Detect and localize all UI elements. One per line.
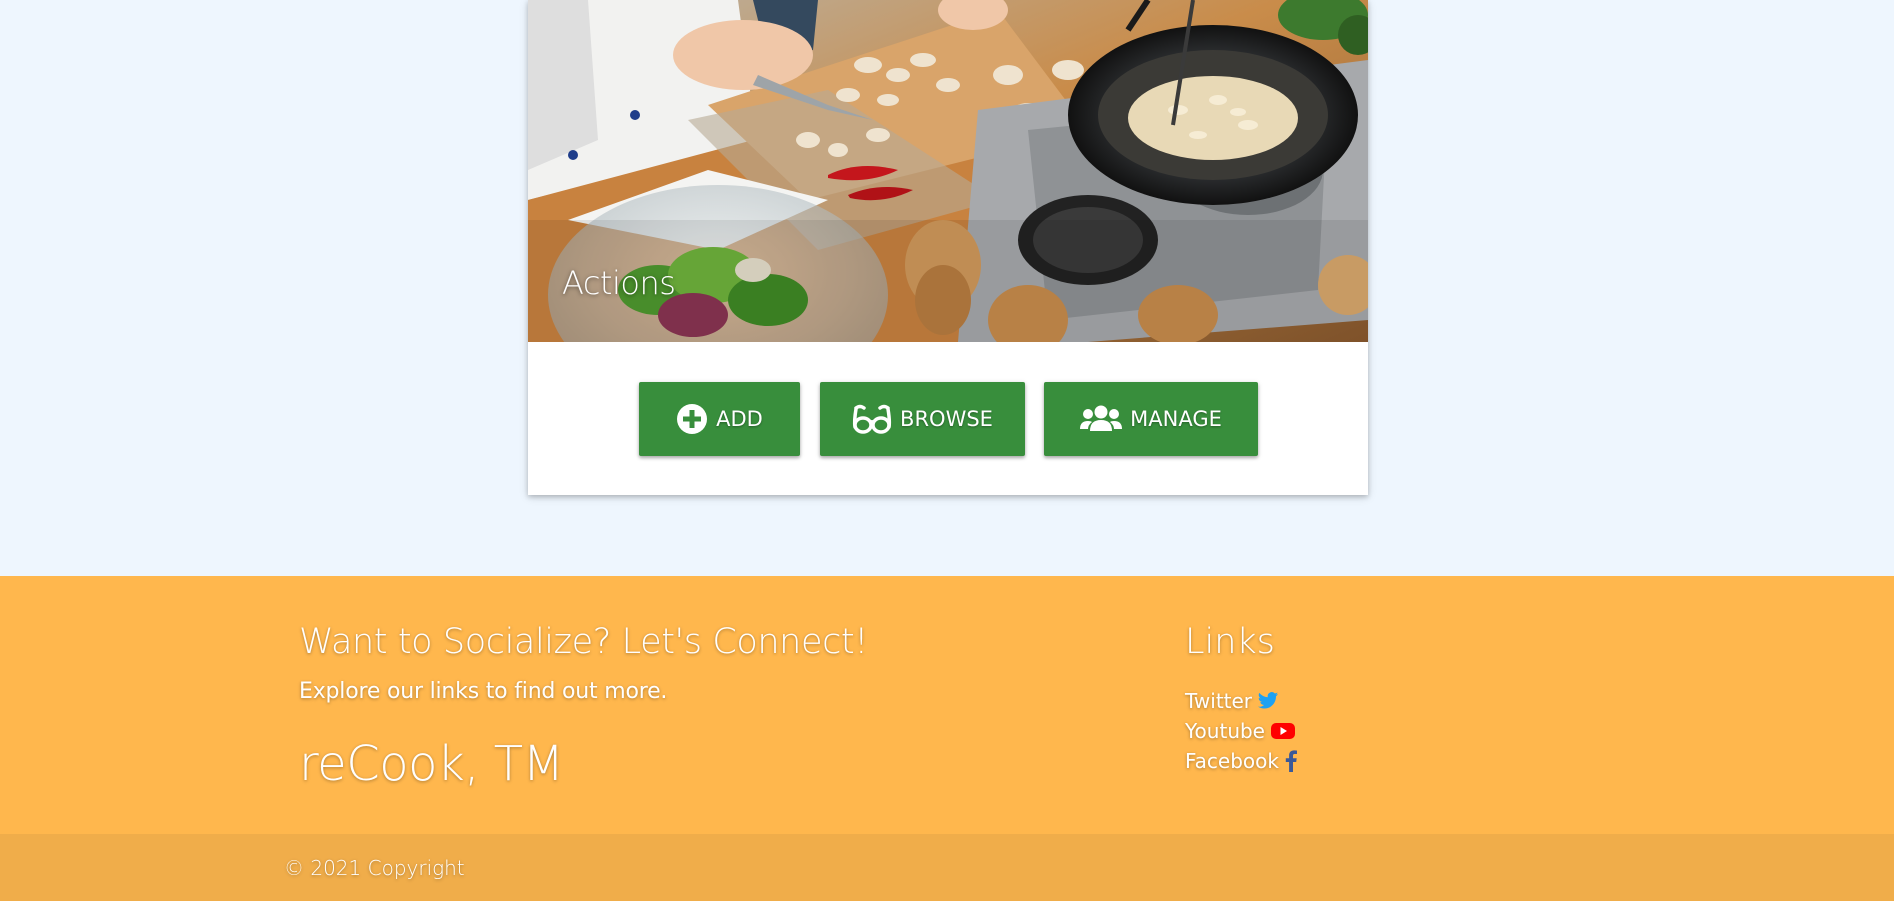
link-item-youtube: Youtube: [1185, 716, 1298, 746]
browse-button-label: Browse: [900, 407, 993, 431]
link-item-twitter: Twitter: [1185, 686, 1298, 716]
links-list: Twitter Youtube Facebook: [1185, 686, 1298, 776]
copyright-bar: © 2021 Copyright: [0, 834, 1894, 901]
facebook-link[interactable]: Facebook: [1185, 749, 1279, 773]
browse-button[interactable]: Browse: [820, 382, 1025, 456]
add-button[interactable]: Add: [639, 382, 800, 456]
footer: Want to Socialize? Let's Connect! Explor…: [0, 576, 1894, 834]
add-button-label: Add: [716, 407, 763, 431]
footer-heading: Want to Socialize? Let's Connect!: [299, 622, 868, 662]
manage-button[interactable]: Manage: [1044, 382, 1258, 456]
facebook-icon[interactable]: [1284, 750, 1298, 772]
plus-circle-icon: [676, 403, 708, 435]
glasses-icon: [852, 403, 892, 435]
card-actions: Add Browse: [528, 342, 1368, 495]
youtube-icon[interactable]: [1270, 721, 1296, 741]
footer-subtext: Explore our links to find out more.: [299, 679, 668, 704]
card-title: Actions: [562, 264, 676, 302]
users-icon: [1080, 403, 1123, 435]
page: Actions Add: [0, 0, 1894, 901]
link-item-facebook: Facebook: [1185, 746, 1298, 776]
youtube-link[interactable]: Youtube: [1185, 719, 1265, 743]
links-heading: Links: [1185, 622, 1275, 662]
manage-button-label: Manage: [1130, 407, 1222, 431]
twitter-icon[interactable]: [1257, 691, 1279, 711]
footer-brand: reCook, TM: [299, 736, 564, 792]
twitter-link[interactable]: Twitter: [1185, 689, 1252, 713]
kitchen-photo: Actions: [528, 0, 1368, 342]
copyright-text: © 2021 Copyright: [284, 856, 465, 880]
actions-card: Actions Add: [528, 0, 1368, 495]
